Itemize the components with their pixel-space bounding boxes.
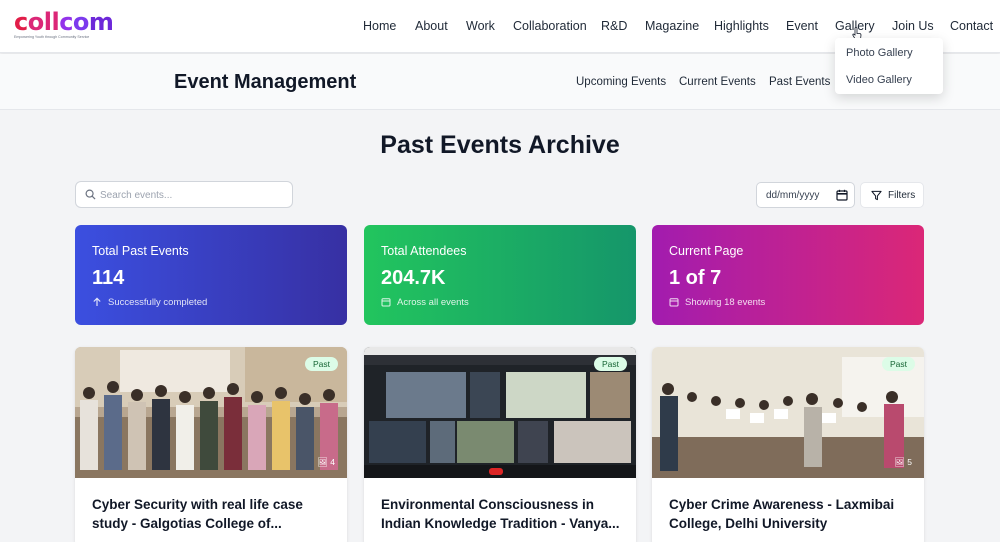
stat-total-past-events: Total Past Events 114 Successfully compl…: [75, 225, 347, 325]
stat-sub: Successfully completed: [108, 297, 208, 308]
nav-about[interactable]: About: [415, 19, 448, 33]
event-title[interactable]: Cyber Security with real life case study…: [92, 495, 332, 533]
calendar-icon[interactable]: [836, 189, 848, 201]
search-icon: [85, 189, 96, 200]
logo-tagline: Empowering Youth through Community Servi…: [14, 35, 90, 39]
collcom-logo[interactable]: collcom Empowering Youth through Communi…: [14, 8, 114, 44]
stat-sub: Showing 18 events: [685, 297, 766, 308]
dropdown-video-gallery[interactable]: Video Gallery: [846, 74, 912, 86]
event-photo[interactable]: Past 🖼 4: [75, 347, 347, 478]
section-title: Event Management: [174, 71, 357, 93]
status-badge: Past: [593, 357, 627, 371]
status-badge: Past: [881, 357, 915, 371]
tab-current-events[interactable]: Current Events: [679, 76, 756, 88]
image-count: 🖼 5: [894, 457, 912, 467]
status-badge: Past: [304, 357, 338, 371]
event-card[interactable]: Past 🖼 4 Cyber Security with real life c…: [75, 347, 347, 542]
event-card[interactable]: Past 🖼 5 Cyber Crime Awareness - Laxmiba…: [652, 347, 924, 542]
stat-sub: Across all events: [397, 297, 469, 308]
filter-icon: [871, 190, 882, 201]
tab-past-events[interactable]: Past Events: [769, 76, 830, 88]
stat-label: Current Page: [669, 244, 744, 258]
filters-button[interactable]: Filters: [860, 182, 924, 208]
page-title: Past Events Archive: [380, 131, 620, 159]
dropdown-photo-gallery[interactable]: Photo Gallery: [846, 47, 913, 59]
stat-current-page: Current Page 1 of 7 Showing 18 events: [652, 225, 924, 325]
stat-value: 114: [92, 267, 125, 289]
nav-work[interactable]: Work: [466, 19, 495, 33]
filters-label: Filters: [888, 190, 916, 201]
nav-highlights[interactable]: Highlights: [714, 19, 769, 33]
gallery-dropdown: Photo Gallery Video Gallery: [835, 38, 943, 94]
stat-value: 1 of 7: [669, 267, 722, 289]
nav-rnd[interactable]: R&D: [601, 19, 627, 33]
stat-label: Total Past Events: [92, 244, 189, 258]
arrow-up-icon: [93, 297, 101, 306]
nav-magazine[interactable]: Magazine: [645, 19, 699, 33]
date-filter-input[interactable]: dd/mm/yyyy: [756, 182, 855, 208]
image-count: 🖼 4: [317, 457, 335, 467]
calendar-icon: [381, 298, 391, 307]
calendar-icon: [669, 298, 679, 307]
event-photo[interactable]: Past 🖼 5: [652, 347, 924, 478]
nav-home[interactable]: Home: [363, 19, 396, 33]
event-title[interactable]: Cyber Crime Awareness - Laxmibai College…: [669, 495, 909, 533]
date-placeholder: dd/mm/yyyy: [766, 190, 820, 201]
stat-value: 204.7K: [381, 267, 446, 289]
event-card[interactable]: Past Environmental Consciousness in Indi…: [364, 347, 636, 542]
stat-label: Total Attendees: [381, 244, 467, 258]
tab-upcoming-events[interactable]: Upcoming Events: [576, 76, 666, 88]
event-title[interactable]: Environmental Consciousness in Indian Kn…: [381, 495, 621, 533]
logo-wordmark: collcom: [14, 8, 114, 36]
search-input[interactable]: [100, 186, 285, 204]
search-box[interactable]: [75, 181, 293, 208]
stat-total-attendees: Total Attendees 204.7K Across all events: [364, 225, 636, 325]
nav-contact[interactable]: Contact: [950, 19, 993, 33]
nav-join-us[interactable]: Join Us: [892, 19, 934, 33]
event-photo[interactable]: Past: [364, 347, 636, 478]
nav-collaboration[interactable]: Collaboration: [513, 19, 587, 33]
nav-event[interactable]: Event: [786, 19, 818, 33]
